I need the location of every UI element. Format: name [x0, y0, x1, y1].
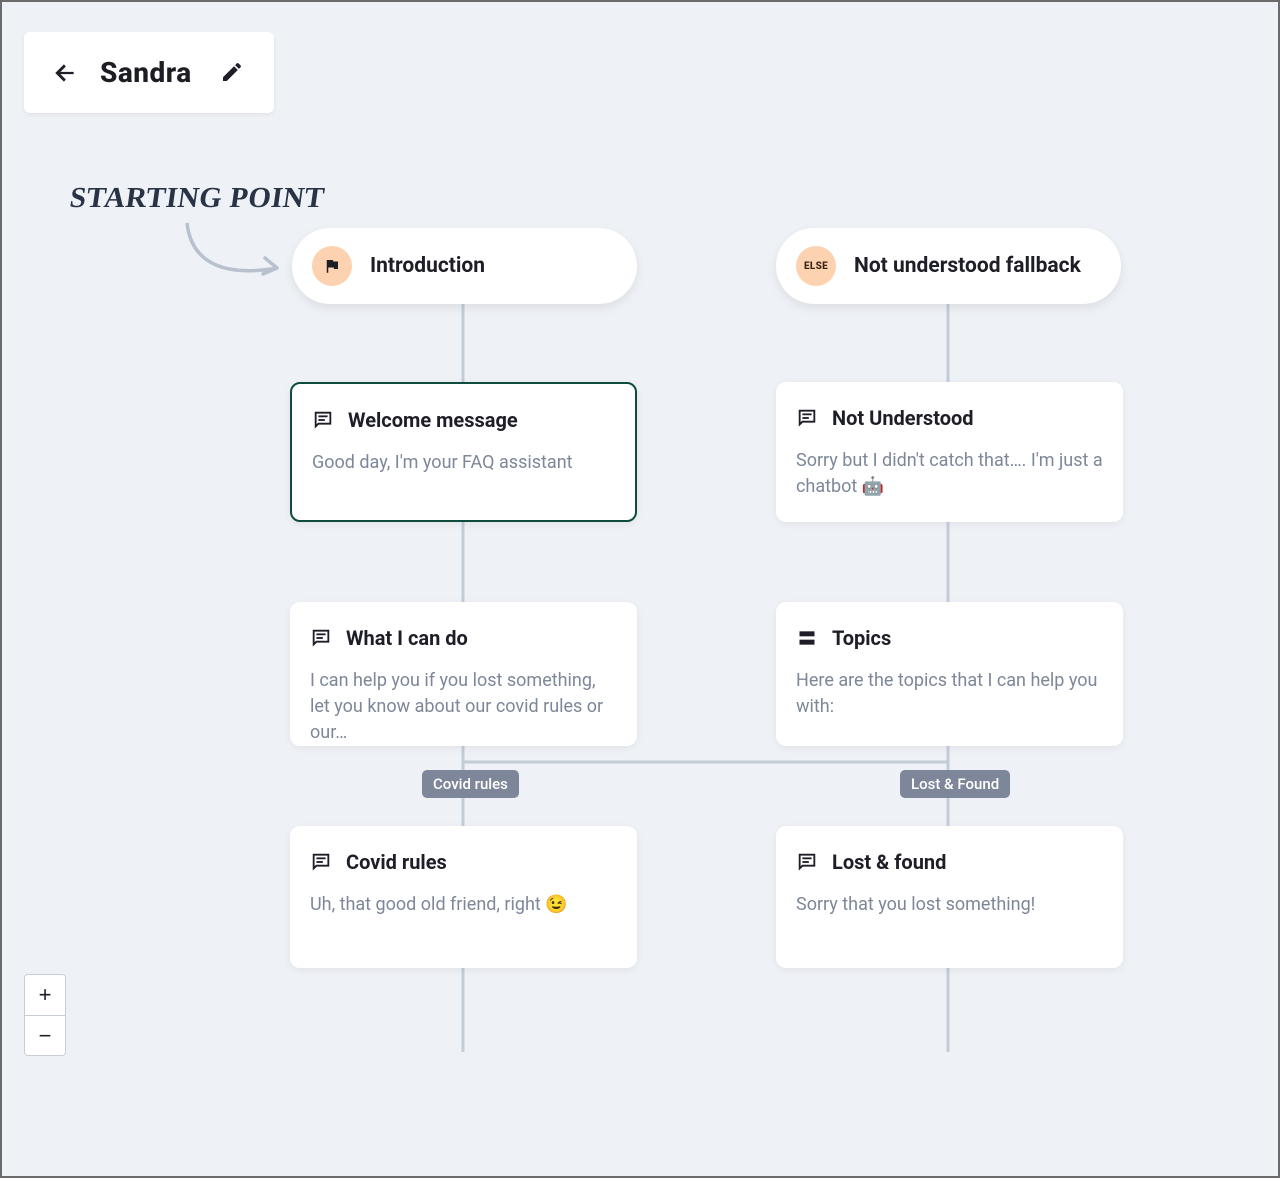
node-welcome-message[interactable]: Welcome message Good day, I'm your FAQ a… [290, 382, 637, 522]
flow-canvas[interactable]: Sandra STARTING POINT Introduction ELSE … [2, 2, 1278, 1176]
node-body: Good day, I'm your FAQ assistant [312, 450, 615, 476]
zoom-controls: + − [24, 974, 66, 1056]
node-body: I can help you if you lost something, le… [310, 668, 617, 746]
branch-tag-covid[interactable]: Covid rules [422, 770, 519, 798]
node-title: Topics [832, 626, 891, 650]
node-lost-found[interactable]: Lost & found Sorry that you lost somethi… [776, 826, 1123, 968]
zoom-out-button[interactable]: − [25, 1015, 65, 1055]
branch-tag-lost[interactable]: Lost & Found [900, 770, 1010, 798]
root-title: Not understood fallback [854, 254, 1081, 278]
chat-icon [796, 407, 818, 429]
flag-icon [312, 246, 352, 286]
zoom-in-button[interactable]: + [25, 975, 65, 1015]
node-topics[interactable]: Topics Here are the topics that I can he… [776, 602, 1123, 746]
root-title: Introduction [370, 254, 485, 278]
chat-icon [312, 409, 334, 431]
node-title: What I can do [346, 626, 468, 650]
node-covid-rules[interactable]: Covid rules Uh, that good old friend, ri… [290, 826, 637, 968]
node-title: Lost & found [832, 850, 946, 874]
node-what-i-can-do[interactable]: What I can do I can help you if you lost… [290, 602, 637, 746]
else-badge: ELSE [796, 246, 836, 286]
back-arrow-icon[interactable] [52, 60, 78, 86]
connector-lines [2, 2, 1280, 1178]
root-node-introduction[interactable]: Introduction [292, 228, 637, 304]
list-icon [796, 627, 818, 649]
root-node-fallback[interactable]: ELSE Not understood fallback [776, 228, 1121, 304]
node-body: Sorry that you lost something! [796, 892, 1103, 918]
node-not-understood[interactable]: Not Understood Sorry but I didn't catch … [776, 382, 1123, 522]
viewport: Sandra STARTING POINT Introduction ELSE … [0, 0, 1280, 1178]
node-title: Not Understood [832, 406, 974, 430]
node-body: Sorry but I didn't catch that…. I'm just… [796, 448, 1103, 500]
flow-title: Sandra [100, 56, 192, 89]
starting-point-label: STARTING POINT [68, 182, 327, 215]
flow-header: Sandra [24, 32, 274, 113]
node-body: Here are the topics that I can help you … [796, 668, 1103, 720]
node-title: Covid rules [346, 850, 447, 874]
starting-point-arrow-icon [182, 218, 292, 288]
edit-name-icon[interactable] [220, 60, 246, 86]
chat-icon [796, 851, 818, 873]
chat-icon [310, 851, 332, 873]
node-title: Welcome message [348, 408, 518, 432]
node-body: Uh, that good old friend, right 😉 [310, 892, 617, 918]
chat-icon [310, 627, 332, 649]
